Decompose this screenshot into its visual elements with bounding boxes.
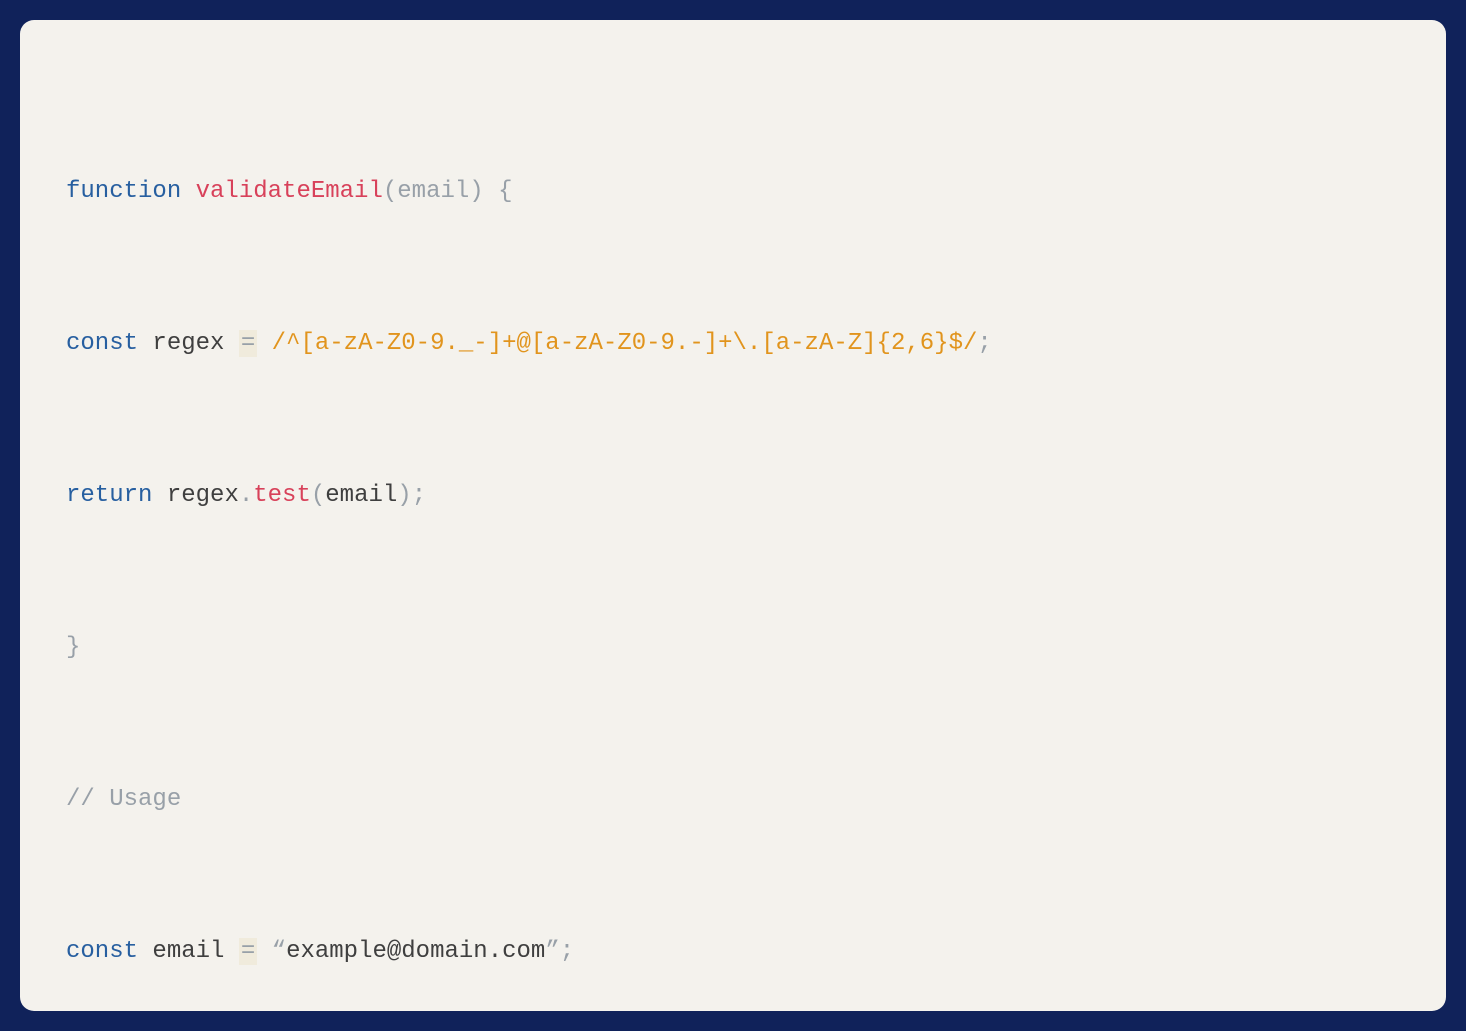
kw-const: const: [66, 330, 138, 357]
kw-return: return: [66, 482, 152, 509]
code-line-1: function validateEmail(email) {: [66, 154, 1406, 230]
kw-function: function: [66, 178, 181, 205]
param-email: email: [397, 178, 469, 205]
code-line-3: return regex.test(email);: [66, 458, 1406, 534]
method-test: test: [253, 482, 311, 509]
code-line-6: const email = “example@domain.com”;: [66, 914, 1406, 990]
var-regex: regex: [152, 330, 224, 357]
var-email: email: [152, 938, 224, 965]
code-block: function validateEmail(email) { const re…: [66, 78, 1406, 1011]
code-line-5: // Usage: [66, 762, 1406, 838]
regex-literal: /^[a-zA-Z0-9._-]+@[a-zA-Z0-9.-]+\.[a-zA-…: [272, 330, 978, 357]
kw-const: const: [66, 938, 138, 965]
comment-usage: // Usage: [66, 786, 181, 813]
string-example: example@domain.com: [286, 938, 545, 965]
code-line-2: const regex = /^[a-zA-Z0-9._-]+@[a-zA-Z0…: [66, 306, 1406, 382]
code-line-4: }: [66, 610, 1406, 686]
code-card: function validateEmail(email) { const re…: [20, 20, 1446, 1011]
fn-name: validateEmail: [196, 178, 383, 205]
